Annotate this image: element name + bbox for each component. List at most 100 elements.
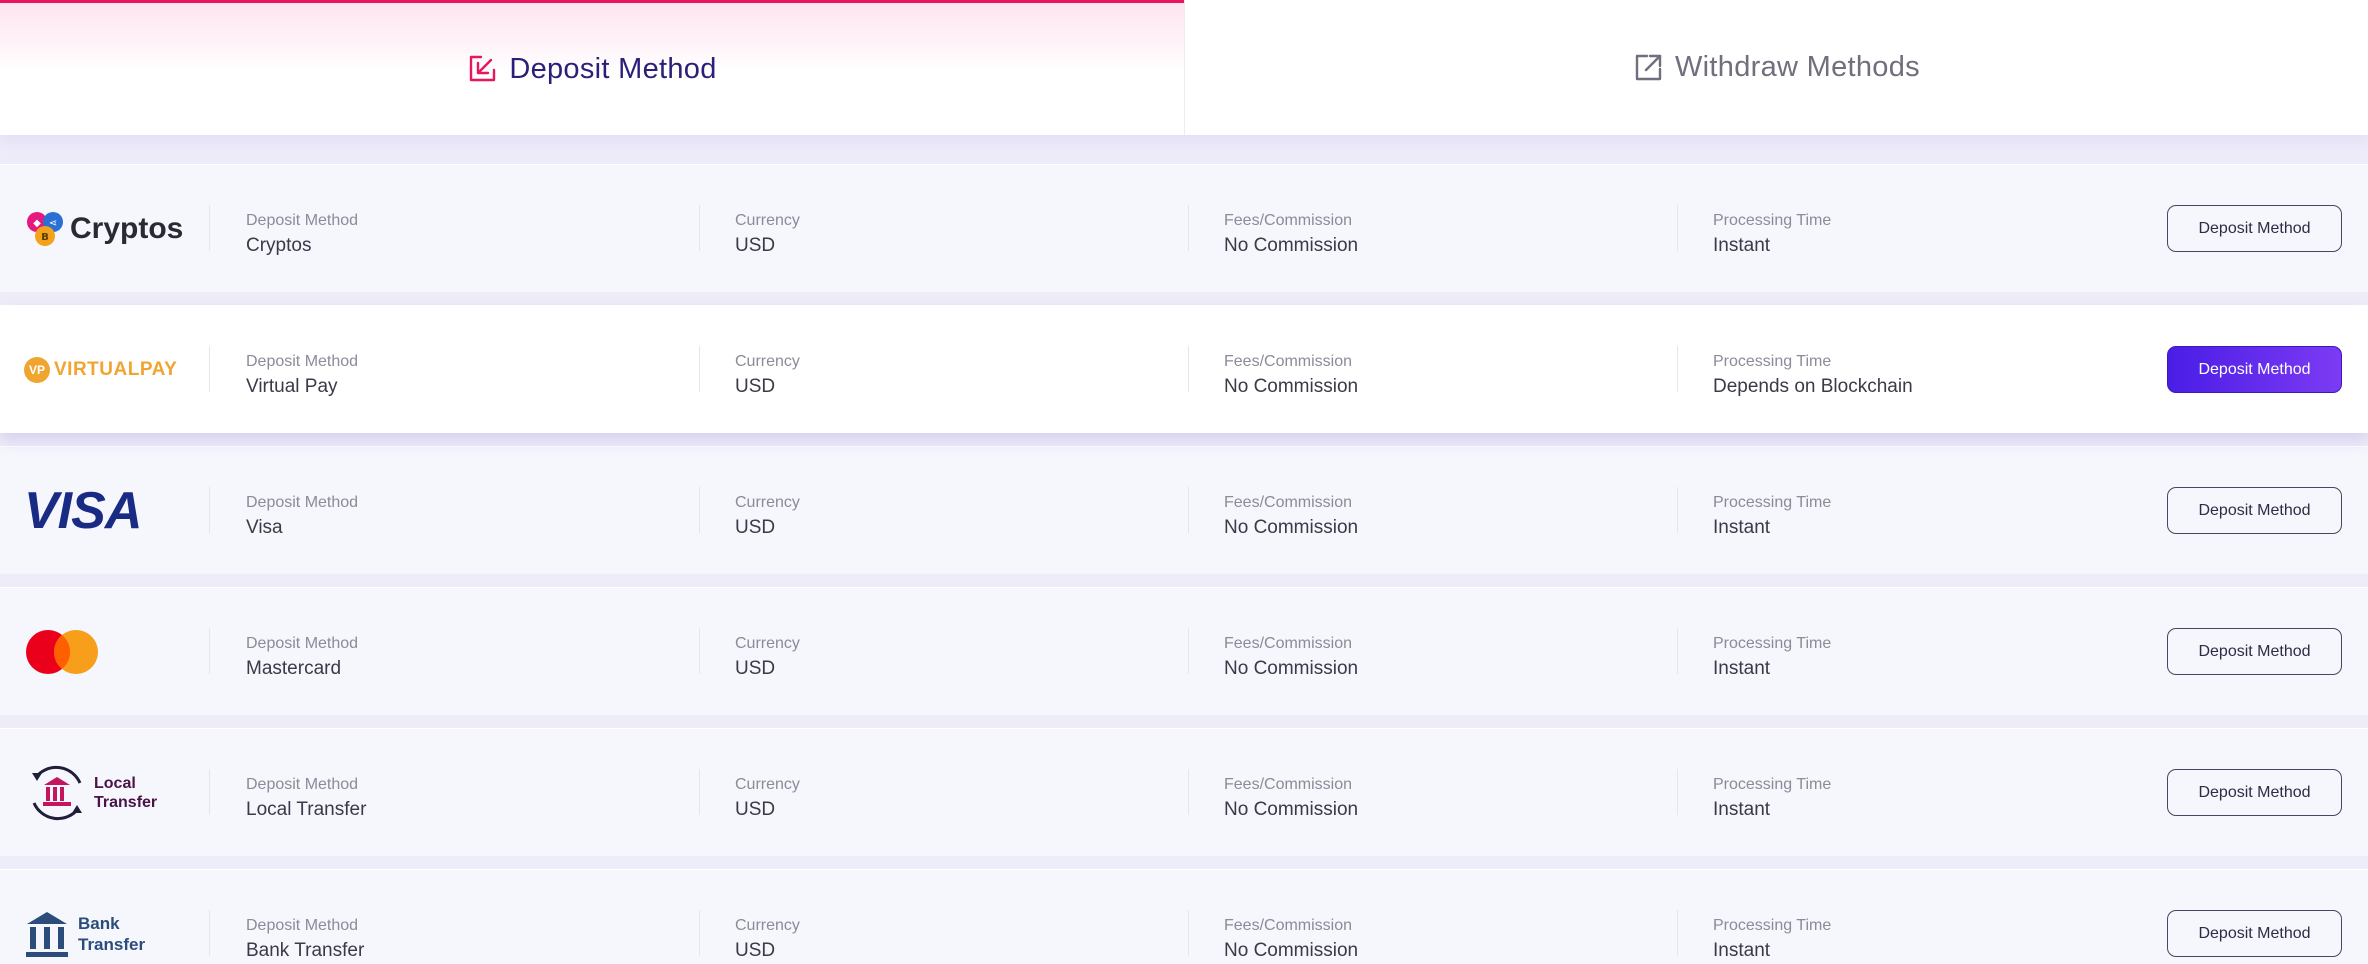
currency-cell: Currency USD [735, 493, 800, 541]
deposit-method-button[interactable]: Deposit Method [2167, 910, 2342, 957]
table-row: Bank Transfer Deposit Method Bank Transf… [0, 869, 2368, 964]
processing-cell: Processing Time Instant [1713, 634, 1831, 682]
svg-text:B: B [41, 232, 49, 243]
deposit-method-button[interactable]: Deposit Method [2167, 487, 2342, 534]
currency-cell: Currency USD [735, 352, 800, 400]
deposit-method-button[interactable]: Deposit Method [2167, 769, 2342, 816]
currency-cell: Currency USD [735, 916, 800, 964]
processing-cell: Processing Time Instant [1713, 775, 1831, 823]
bank-transfer-logo-text: Bank Transfer [78, 913, 145, 955]
virtualpay-logo: VP VIRTUALPAY [24, 306, 184, 434]
processing-label: Processing Time [1713, 353, 1832, 370]
method-value: Virtual Pay [246, 376, 338, 397]
currency-cell: Currency USD [735, 211, 800, 259]
fees-label: Fees/Commission [1224, 494, 1353, 511]
column-divider [699, 205, 700, 251]
method-cell: Deposit Method Local Transfer [246, 775, 366, 823]
column-divider [699, 346, 700, 392]
processing-label: Processing Time [1713, 635, 1832, 652]
currency-value: USD [735, 517, 776, 538]
processing-label: Processing Time [1713, 776, 1832, 793]
bank-transfer-logo: Bank Transfer [24, 870, 184, 964]
currency-value: USD [735, 235, 776, 256]
method-value: Mastercard [246, 658, 342, 679]
tab-label: Deposit Method [509, 52, 717, 85]
virtualpay-logo-text: VIRTUALPAY [54, 359, 178, 380]
local-transfer-logo: Local Transfer [24, 729, 184, 857]
fees-label: Fees/Commission [1224, 635, 1353, 652]
column-divider [1677, 487, 1678, 533]
fees-cell: Fees/Commission No Commission [1224, 634, 1358, 682]
mastercard-logo [24, 588, 184, 716]
virtualpay-badge-icon: VP [24, 357, 50, 383]
bank-cycle-icon [32, 765, 82, 821]
method-cell: Deposit Method Cryptos [246, 211, 358, 259]
column-divider [699, 628, 700, 674]
table-row: VP VIRTUALPAY Deposit Method Virtual Pay… [0, 305, 2368, 433]
method-label: Deposit Method [246, 494, 359, 511]
fees-label: Fees/Commission [1224, 212, 1353, 229]
column-divider [699, 487, 700, 533]
processing-label: Processing Time [1713, 212, 1832, 229]
column-divider [209, 910, 210, 956]
fees-label: Fees/Commission [1224, 776, 1353, 793]
method-label: Deposit Method [246, 776, 359, 793]
method-value: Cryptos [246, 235, 312, 256]
fees-cell: Fees/Commission No Commission [1224, 493, 1358, 541]
column-divider [1677, 910, 1678, 956]
processing-value: Depends on Blockchain [1713, 376, 1913, 397]
deposit-method-button[interactable]: Deposit Method [2167, 628, 2342, 675]
fees-value: No Commission [1224, 658, 1359, 679]
method-label: Deposit Method [246, 635, 359, 652]
tab-withdraw-methods[interactable]: Withdraw Methods [1184, 0, 2368, 135]
method-cell: Deposit Method Visa [246, 493, 358, 541]
method-cell: Deposit Method Virtual Pay [246, 352, 358, 400]
column-divider [1188, 628, 1189, 674]
logo-line-2: Transfer [78, 935, 146, 954]
deposit-method-button[interactable]: Deposit Method [2167, 346, 2342, 393]
fees-value: No Commission [1224, 235, 1359, 256]
visa-logo: VISA [24, 447, 184, 575]
method-cell: Deposit Method Mastercard [246, 634, 358, 682]
table-row: Local Transfer Deposit Method Local Tran… [0, 728, 2368, 856]
processing-label: Processing Time [1713, 494, 1832, 511]
column-divider [1188, 910, 1189, 956]
method-value: Visa [246, 517, 283, 538]
processing-cell: Processing Time Instant [1713, 211, 1831, 259]
processing-cell: Processing Time Depends on Blockchain [1713, 352, 1913, 400]
column-divider [209, 769, 210, 815]
mastercard-circles-icon [26, 630, 98, 674]
processing-value: Instant [1713, 940, 1771, 961]
processing-cell: Processing Time Instant [1713, 493, 1831, 541]
fees-cell: Fees/Commission No Commission [1224, 352, 1358, 400]
currency-value: USD [735, 799, 776, 820]
svg-text:◆: ◆ [33, 218, 41, 229]
currency-label: Currency [735, 776, 800, 793]
cryptos-logo: ◆ ⋖ B Cryptos [24, 165, 184, 293]
svg-text:⋖: ⋖ [49, 218, 57, 229]
currency-value: USD [735, 376, 776, 397]
column-divider [209, 205, 210, 251]
fees-value: No Commission [1224, 376, 1359, 397]
external-link-icon [1633, 53, 1663, 83]
currency-cell: Currency USD [735, 634, 800, 682]
tab-deposit-method[interactable]: Deposit Method [0, 0, 1184, 135]
column-divider [1188, 346, 1189, 392]
bank-icon [26, 912, 68, 957]
column-divider [1677, 628, 1678, 674]
method-tabs: Deposit Method Withdraw Methods [0, 0, 2368, 135]
column-divider [1677, 346, 1678, 392]
processing-cell: Processing Time Instant [1713, 916, 1831, 964]
fees-value: No Commission [1224, 940, 1359, 961]
processing-value: Instant [1713, 517, 1771, 538]
deposit-method-button[interactable]: Deposit Method [2167, 205, 2342, 252]
logo-line-1: Local [94, 775, 136, 792]
payment-methods-page: Deposit Method Withdraw Methods ◆ ⋖ B Cr… [0, 0, 2368, 964]
column-divider [209, 487, 210, 533]
column-divider [1188, 205, 1189, 251]
logo-line-1: Bank [78, 914, 120, 933]
processing-value: Instant [1713, 658, 1771, 679]
column-divider [1677, 205, 1678, 251]
table-row: ◆ ⋖ B Cryptos Deposit Method Cryptos Cur… [0, 164, 2368, 292]
column-divider [209, 628, 210, 674]
